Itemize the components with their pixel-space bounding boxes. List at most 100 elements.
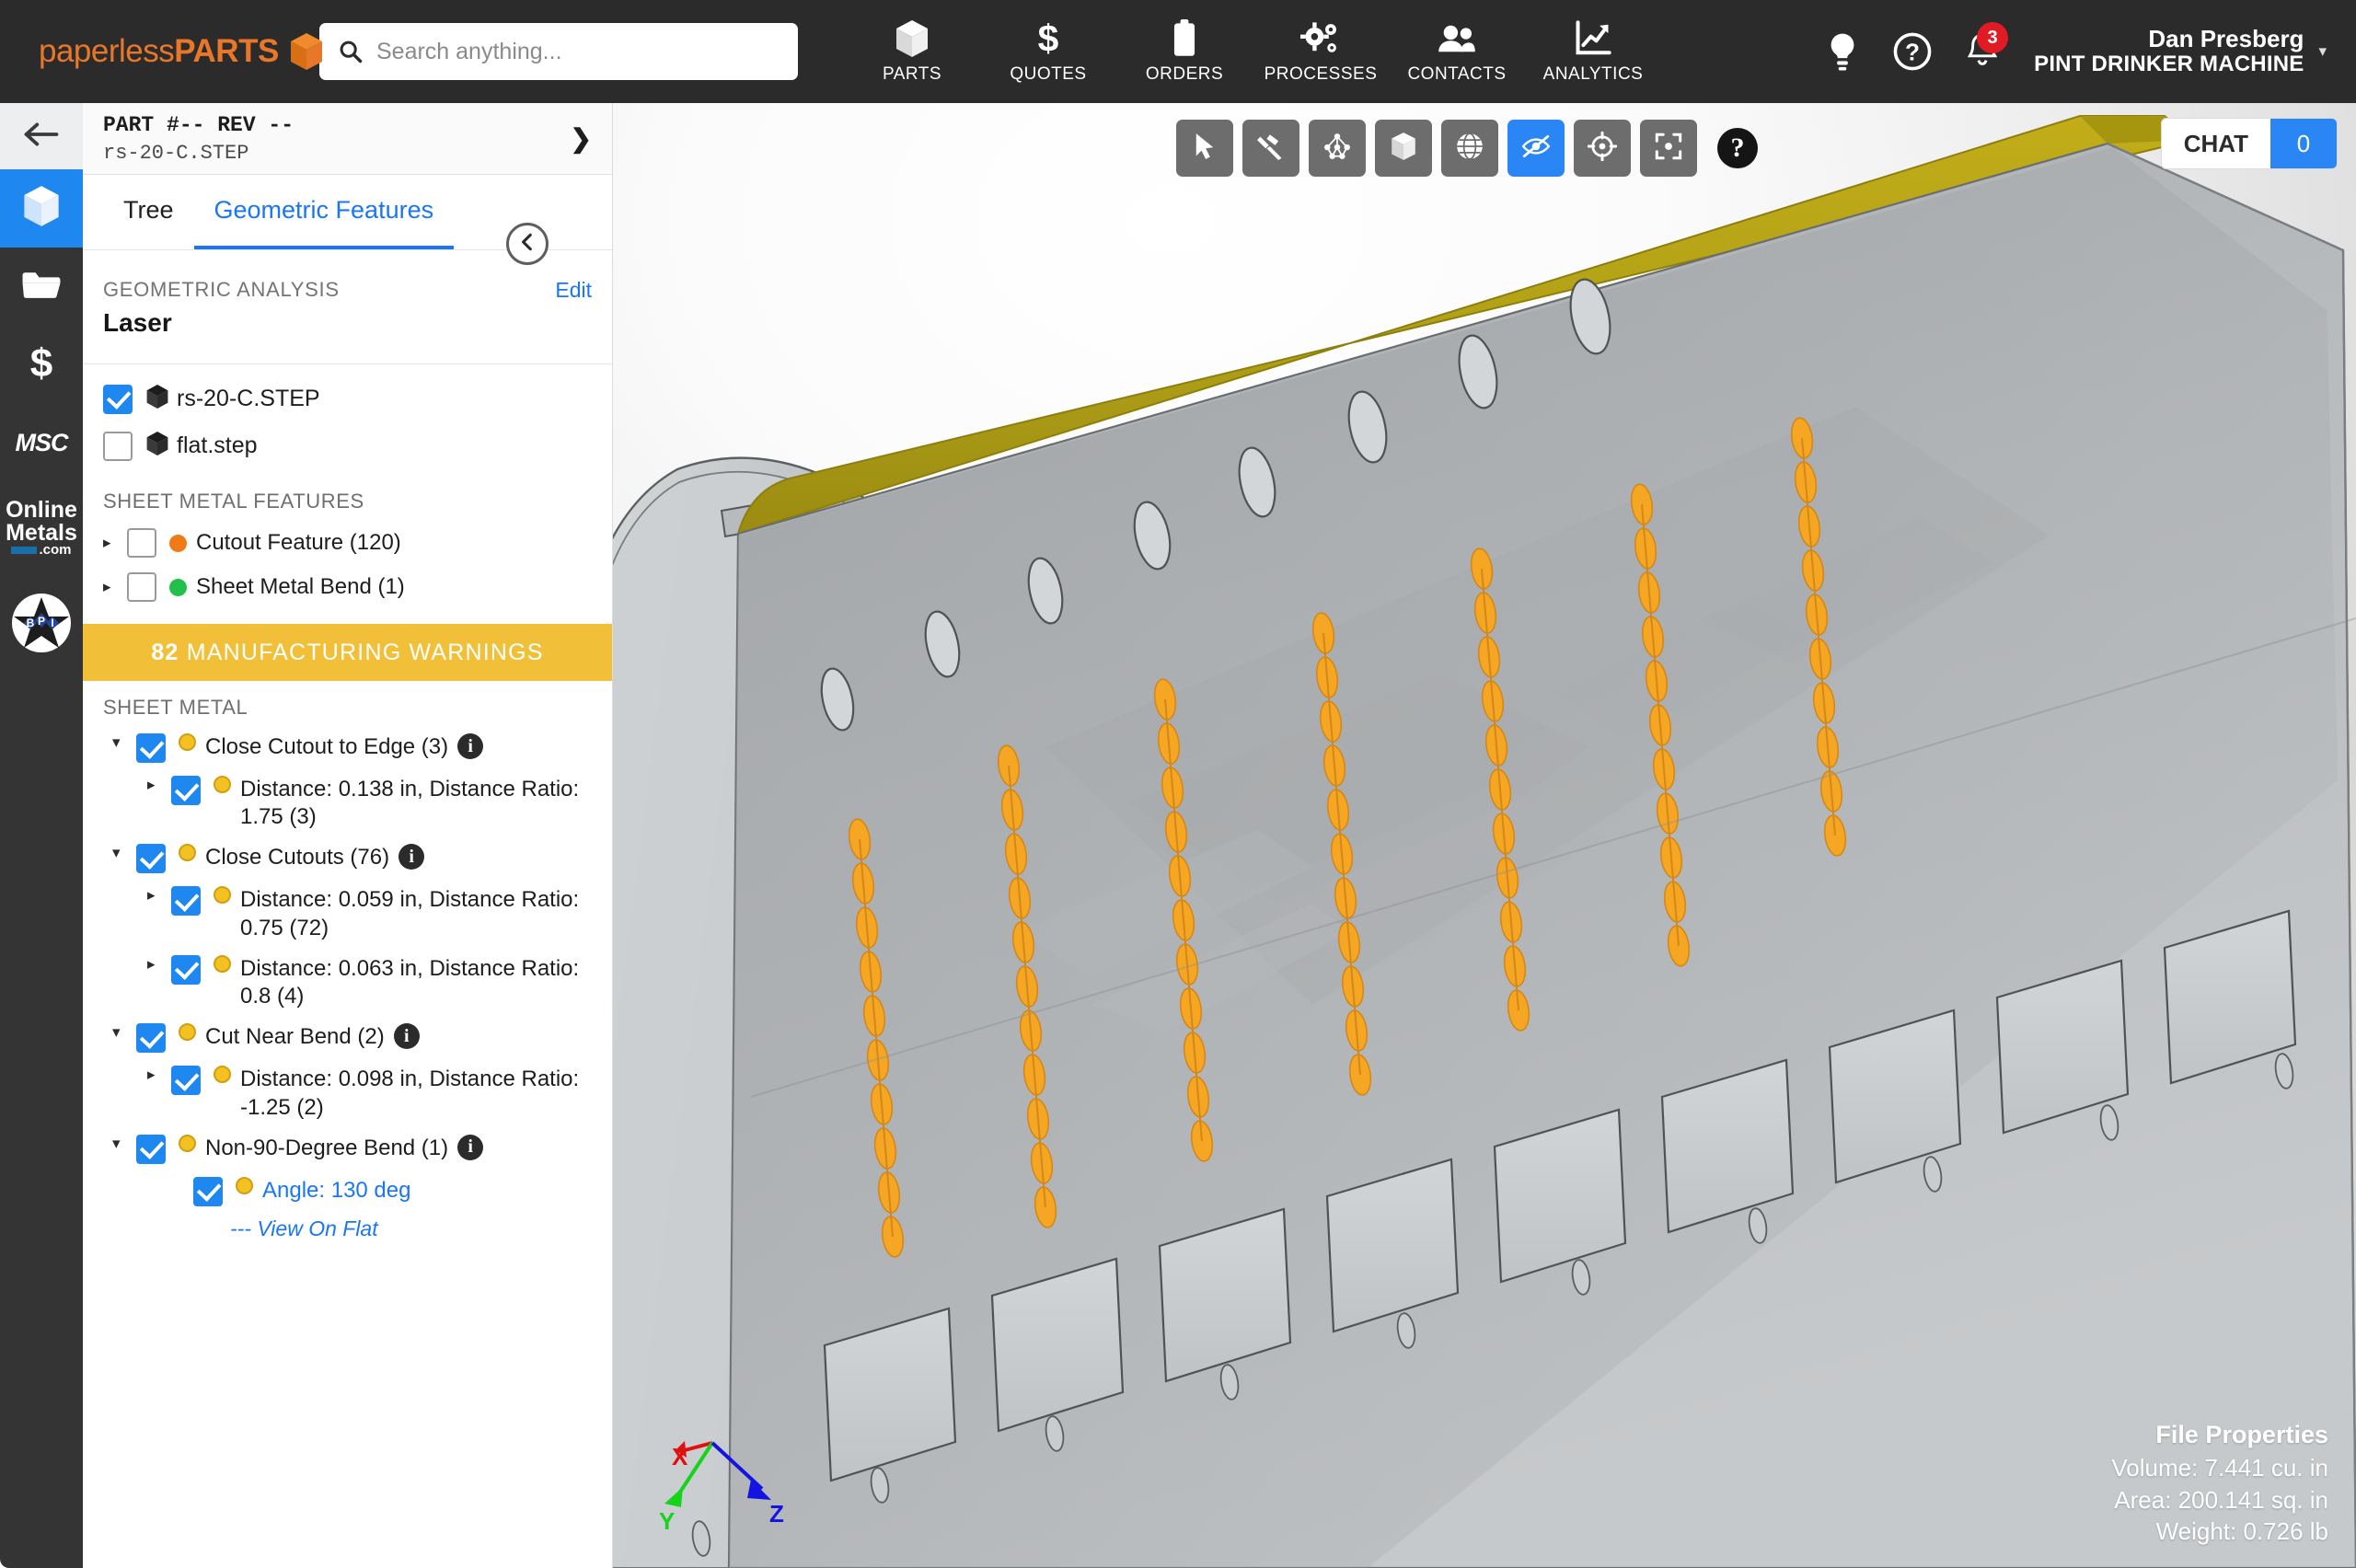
nav-item-orders[interactable]: ORDERS	[1116, 0, 1253, 103]
mesh-tool-button[interactable]	[1309, 120, 1366, 177]
warning-count: 82	[151, 640, 179, 665]
warning-detail-label: Distance: 0.098 in, Distance Ratio: -1.2…	[240, 1066, 594, 1121]
svg-text:$: $	[30, 342, 52, 383]
chevron-right-icon[interactable]: ▸	[103, 578, 127, 596]
list-item[interactable]: flat.step	[83, 422, 612, 469]
file-checkbox[interactable]	[103, 385, 133, 414]
part-header[interactable]: PART #-- REV -- rs-20-C.STEP ❯	[83, 103, 612, 175]
view-on-flat-link[interactable]: --- View On Flat	[83, 1213, 612, 1241]
nav-item-quotes[interactable]: $ QUOTES	[980, 0, 1116, 103]
chevron-right-icon[interactable]: ▸	[103, 534, 127, 552]
chevron-right-icon[interactable]: ▸	[147, 1066, 171, 1084]
list-item[interactable]: ▸ Sheet Metal Bend (1)	[83, 565, 612, 609]
info-icon[interactable]: i	[457, 733, 483, 759]
file-properties-overlay: File Properties Volume: 7.441 cu. in Are…	[2111, 1419, 2328, 1548]
part-header-texts: PART #-- REV -- rs-20-C.STEP	[103, 113, 571, 165]
tab-tree[interactable]: Tree	[103, 175, 194, 249]
warning-checkbox[interactable]	[136, 844, 166, 873]
model-viewport[interactable]: ? CHAT 0 File Properties Volume: 7.441 c…	[613, 103, 2356, 1568]
chevron-right-icon[interactable]: ❯	[571, 123, 592, 154]
edit-link[interactable]: Edit	[555, 278, 592, 303]
warning-group-row[interactable]: ▾ Close Cutouts (76) i	[83, 837, 612, 880]
chat-button[interactable]: CHAT 0	[2161, 118, 2338, 169]
chevron-down-icon[interactable]: ▾	[2318, 42, 2327, 61]
warning-group-row[interactable]: ▾ Non-90-Degree Bend (1) i	[83, 1128, 612, 1170]
part-number-rev: PART #-- REV --	[103, 113, 571, 137]
sidebar-item-pricing[interactable]: $	[0, 326, 83, 404]
feature-checkbox[interactable]	[127, 528, 156, 558]
manufacturing-warnings-bar[interactable]: 82 MANUFACTURING WARNINGS	[83, 624, 612, 681]
sidebar-item-online-metals[interactable]: Online Metals .com	[0, 482, 83, 574]
warning-checkbox[interactable]	[136, 1135, 166, 1164]
app-logo[interactable]: paperlessPARTS	[39, 32, 315, 71]
hide-tool-button[interactable]	[1507, 120, 1565, 177]
bell-icon[interactable]: 3	[1947, 17, 2017, 86]
collapse-panel-button[interactable]	[506, 223, 549, 265]
axis-label-y: Y	[659, 1507, 675, 1535]
cube-icon	[894, 19, 930, 58]
warning-group-row[interactable]: ▾ Cut Near Bend (2) i	[83, 1017, 612, 1059]
msc-logo: MSC	[16, 429, 68, 457]
warning-checkbox[interactable]	[193, 1177, 223, 1206]
nav-item-contacts[interactable]: CONTACTS	[1389, 0, 1525, 103]
info-icon[interactable]: i	[398, 844, 424, 870]
feature-checkbox[interactable]	[127, 572, 156, 602]
sidebar-item-bpi[interactable]: B P I	[0, 574, 83, 675]
chevron-right-icon[interactable]: ▸	[147, 776, 171, 794]
chevron-right-icon[interactable]: ▸	[147, 955, 171, 974]
three-d-model[interactable]	[613, 103, 2356, 1568]
back-button[interactable]	[0, 103, 83, 169]
warning-checkbox[interactable]	[136, 733, 166, 763]
chevron-down-icon[interactable]: ▾	[112, 844, 136, 862]
info-icon[interactable]: i	[394, 1023, 420, 1049]
warning-child-row[interactable]: ▸ Distance: 0.098 in, Distance Ratio: -1…	[83, 1059, 612, 1127]
warning-checkbox[interactable]	[171, 955, 201, 985]
warning-checkbox[interactable]	[171, 776, 201, 805]
list-item[interactable]: rs-20-C.STEP	[83, 375, 612, 422]
nav-item-parts[interactable]: PARTS	[844, 0, 980, 103]
left-rail: $ MSC Online Metals .com B P I	[0, 103, 83, 1568]
search-bar[interactable]	[319, 23, 798, 80]
nav-item-analytics[interactable]: ANALYTICS	[1525, 0, 1661, 103]
warning-detail-label: Distance: 0.138 in, Distance Ratio: 1.75…	[240, 776, 594, 831]
sidebar-item-msc[interactable]: MSC	[0, 404, 83, 482]
svg-text:P: P	[38, 615, 45, 628]
sidebar-item-files[interactable]	[0, 248, 83, 326]
warning-checkbox[interactable]	[171, 1066, 201, 1095]
warning-group-row[interactable]: ▾ Close Cutout to Edge (3) i	[83, 727, 612, 769]
select-tool-button[interactable]	[1176, 120, 1233, 177]
warning-child-row[interactable]: ▸ Distance: 0.063 in, Distance Ratio: 0.…	[83, 949, 612, 1017]
search-input[interactable]	[376, 39, 780, 65]
axis-gizmo[interactable]: X Y Z	[641, 1404, 806, 1551]
chevron-down-icon[interactable]: ▾	[112, 1135, 136, 1153]
chevron-down-icon[interactable]: ▾	[112, 1023, 136, 1042]
warning-child-row[interactable]: ▸ Distance: 0.059 in, Distance Ratio: 0.…	[83, 880, 612, 948]
nav-item-processes[interactable]: PROCESSES	[1253, 0, 1389, 103]
box-tool-button[interactable]	[1375, 120, 1432, 177]
user-menu[interactable]: Dan Presberg PINT DRINKER MACHINE	[2034, 26, 2304, 77]
axis-label-z: Z	[769, 1500, 784, 1528]
tab-geometric-features[interactable]: Geometric Features	[194, 175, 455, 249]
warning-child-row[interactable]: Angle: 130 deg	[83, 1170, 612, 1213]
warning-checkbox[interactable]	[171, 886, 201, 916]
globe-tool-button[interactable]	[1441, 120, 1498, 177]
sidebar-item-parts[interactable]	[0, 169, 83, 248]
chevron-down-icon[interactable]: ▾	[112, 733, 136, 752]
list-item[interactable]: ▸ Cutout Feature (120)	[83, 521, 612, 565]
cursor-icon	[1193, 133, 1217, 165]
file-checkbox[interactable]	[103, 432, 133, 461]
measure-tool-button[interactable]	[1242, 120, 1299, 177]
lightbulb-icon[interactable]	[1807, 17, 1877, 86]
target-tool-button[interactable]	[1574, 120, 1631, 177]
svg-text:I: I	[51, 617, 53, 629]
fit-tool-button[interactable]	[1640, 120, 1697, 177]
question-circle-icon[interactable]: ?	[1877, 17, 1947, 86]
warning-label: Close Cutout to Edge (3)	[205, 733, 448, 761]
chevron-right-icon[interactable]: ▸	[147, 886, 171, 905]
warning-detail-label: Angle: 130 deg	[262, 1177, 410, 1205]
info-icon[interactable]: i	[457, 1135, 483, 1160]
warning-child-row[interactable]: ▸ Distance: 0.138 in, Distance Ratio: 1.…	[83, 769, 612, 837]
warning-checkbox[interactable]	[136, 1023, 166, 1053]
feature-label: Cutout Feature (120)	[196, 530, 401, 556]
viewport-help-button[interactable]: ?	[1717, 128, 1758, 168]
